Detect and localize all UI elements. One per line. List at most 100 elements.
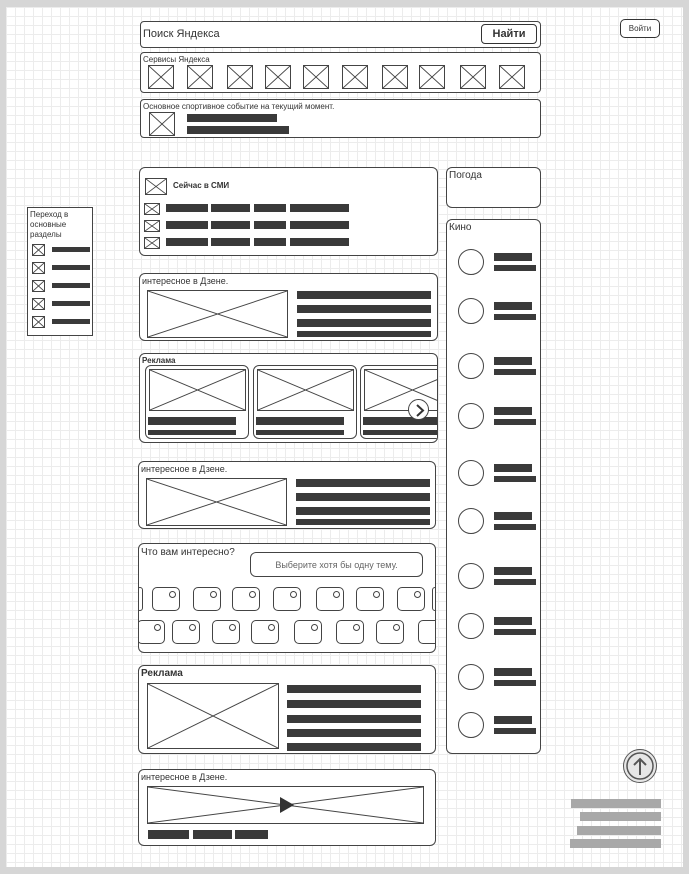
zen-text-line <box>296 479 430 487</box>
zen-text-line <box>296 519 430 525</box>
cinema-panel: Кино <box>446 219 541 754</box>
side-nav-title: Переход в основные разделы <box>30 210 69 239</box>
cinema-poster[interactable] <box>458 403 484 429</box>
cinema-poster[interactable] <box>458 249 484 275</box>
play-icon[interactable] <box>279 796 295 814</box>
cinema-meta-line <box>494 419 536 425</box>
footer-link[interactable] <box>571 799 661 808</box>
cinema-title: Кино <box>449 222 472 233</box>
topic-chip[interactable] <box>316 587 344 611</box>
cinema-poster[interactable] <box>458 563 484 589</box>
topic-chip[interactable] <box>193 587 221 611</box>
topic-chip[interactable] <box>432 587 435 611</box>
side-nav-item-icon[interactable] <box>32 298 45 310</box>
carousel-next-button[interactable] <box>408 399 429 420</box>
video-placeholder[interactable] <box>147 786 424 824</box>
topic-chip[interactable] <box>336 620 364 644</box>
video-meta-line <box>193 830 232 839</box>
ad-image-placeholder <box>147 683 279 749</box>
news-headline <box>254 204 286 212</box>
topic-chip[interactable] <box>172 620 200 644</box>
cinema-meta-line <box>494 369 536 375</box>
news-headline <box>211 204 250 212</box>
side-nav-item-label <box>52 247 90 252</box>
cinema-poster[interactable] <box>458 353 484 379</box>
services-title: Сервисы Яндекса <box>143 55 210 64</box>
ad-text-line <box>287 715 421 723</box>
news-headline <box>166 238 208 246</box>
zen-title: интересное в Дзене. <box>142 276 229 286</box>
ad-card[interactable] <box>253 365 357 439</box>
service-icon[interactable] <box>227 65 253 89</box>
ad-card-caption <box>256 430 344 435</box>
ad-card[interactable] <box>145 365 249 439</box>
service-icon[interactable] <box>187 65 213 89</box>
sport-panel[interactable]: Основное спортивное событие на текущий м… <box>140 99 541 138</box>
login-button[interactable]: Войти <box>620 19 660 38</box>
interests-hint-text: Выберите хотя бы одну тему. <box>275 560 398 570</box>
news-headline <box>254 221 286 229</box>
ads-title: Реклама <box>142 356 176 365</box>
sport-title: Основное спортивное событие на текущий м… <box>143 102 335 111</box>
news-headline <box>211 238 250 246</box>
service-icon[interactable] <box>499 65 525 89</box>
ad-card-image-placeholder <box>149 369 246 411</box>
side-nav-item-icon[interactable] <box>32 280 45 292</box>
side-nav-item-icon[interactable] <box>32 244 45 256</box>
topic-chip[interactable] <box>152 587 180 611</box>
search-button-label: Найти <box>492 28 526 40</box>
chevron-right-icon <box>416 404 425 417</box>
news-headline <box>211 221 250 229</box>
cinema-poster[interactable] <box>458 508 484 534</box>
service-icon[interactable] <box>382 65 408 89</box>
footer-link[interactable] <box>570 839 661 848</box>
zen-panel-2[interactable]: интересное в Дзене. <box>138 461 436 529</box>
topic-chip[interactable] <box>232 587 260 611</box>
side-nav-item-icon[interactable] <box>32 316 45 328</box>
topic-chip[interactable] <box>139 620 165 644</box>
topic-chip[interactable] <box>376 620 404 644</box>
login-button-label: Войти <box>628 24 652 33</box>
search-bar[interactable]: Поиск Яндекса Найти <box>140 21 541 48</box>
service-icon[interactable] <box>148 65 174 89</box>
footer-link[interactable] <box>577 826 661 835</box>
news-headline <box>166 221 208 229</box>
cinema-poster[interactable] <box>458 613 484 639</box>
cinema-poster[interactable] <box>458 460 484 486</box>
cinema-title-line <box>494 617 532 625</box>
search-button[interactable]: Найти <box>481 24 537 44</box>
topic-chip[interactable] <box>397 587 425 611</box>
ad-block[interactable]: Реклама <box>138 665 436 754</box>
weather-panel[interactable]: Погода <box>446 167 541 208</box>
cinema-poster[interactable] <box>458 298 484 324</box>
cinema-title-line <box>494 668 532 676</box>
news-source-icon[interactable] <box>144 220 160 232</box>
cinema-poster[interactable] <box>458 712 484 738</box>
news-headline <box>166 204 208 212</box>
topic-chip[interactable] <box>273 587 301 611</box>
topic-chip[interactable] <box>356 587 384 611</box>
service-icon[interactable] <box>342 65 368 89</box>
zen-panel-1[interactable]: интересное в Дзене. <box>139 273 438 341</box>
service-icon[interactable] <box>419 65 445 89</box>
topic-chip[interactable] <box>294 620 322 644</box>
news-source-icon[interactable] <box>144 203 160 215</box>
search-input[interactable]: Поиск Яндекса <box>143 28 220 40</box>
topic-chip[interactable] <box>212 620 240 644</box>
cinema-poster[interactable] <box>458 664 484 690</box>
zen-image-placeholder <box>146 478 287 526</box>
cinema-title-line <box>494 407 532 415</box>
zen-video-panel[interactable]: интересное в Дзене. <box>138 769 436 846</box>
service-icon[interactable] <box>265 65 291 89</box>
scroll-top-button[interactable] <box>623 749 657 783</box>
footer-link[interactable] <box>580 812 661 821</box>
service-icon[interactable] <box>460 65 486 89</box>
news-source-icon[interactable] <box>144 237 160 249</box>
cinema-title-line <box>494 302 532 310</box>
side-nav-item-icon[interactable] <box>32 262 45 274</box>
topic-chip[interactable] <box>139 587 143 611</box>
topic-chip[interactable] <box>251 620 279 644</box>
sport-text-line <box>187 114 277 122</box>
service-icon[interactable] <box>303 65 329 89</box>
topic-chip[interactable] <box>418 620 435 644</box>
